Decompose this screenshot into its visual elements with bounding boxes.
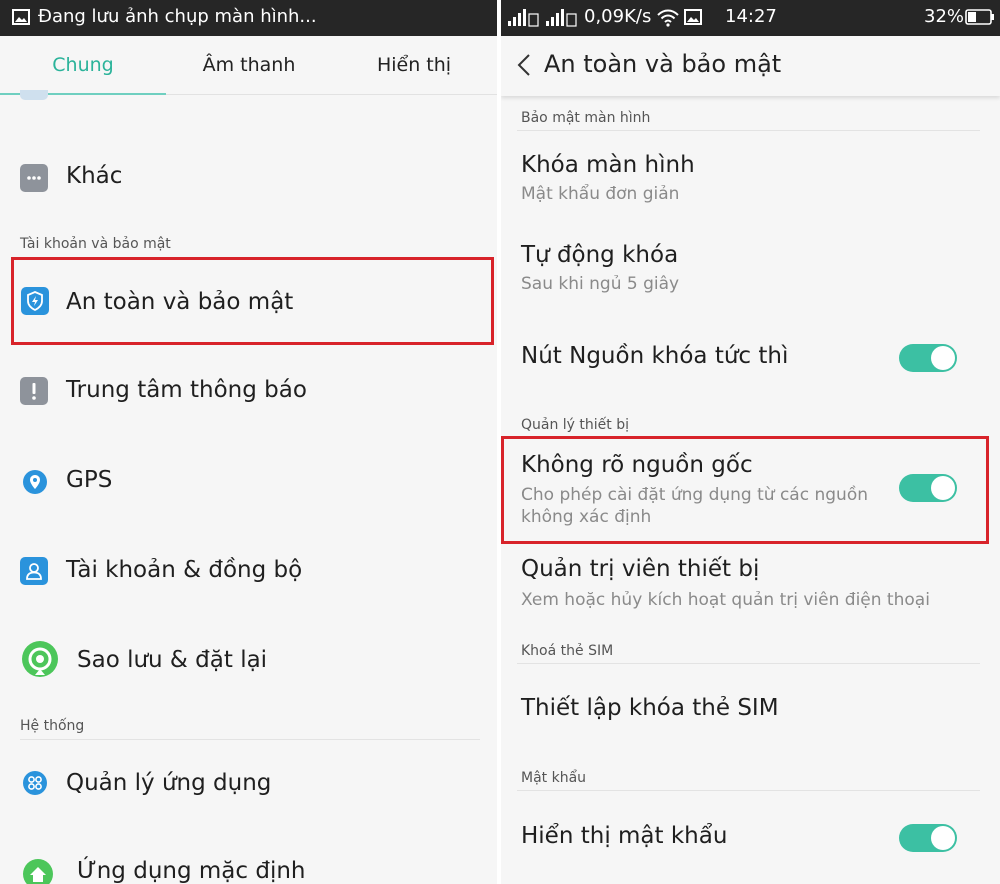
apps-icon [22, 770, 48, 796]
app-bar: An toàn và bảo mật [501, 36, 1000, 96]
divider [20, 739, 480, 740]
row-device-admin[interactable]: Quản trị viên thiết bị Xem hoặc hủy kích… [501, 546, 1000, 626]
status-bar: 0,09K/s 14:27 32% [501, 0, 1000, 36]
item-label: GPS [66, 467, 113, 493]
list-item-accounts-sync[interactable]: Tài khoản & đồng bộ [0, 544, 497, 600]
signal-icon [507, 8, 541, 32]
user-icon [20, 557, 48, 585]
backup-icon [21, 640, 59, 678]
signal-icon-2 [545, 8, 579, 32]
row-show-password[interactable]: Hiển thị mật khẩu [501, 810, 1000, 870]
tab-sound[interactable]: Âm thanh [166, 36, 332, 95]
list-item-app-manager[interactable]: Quản lý ứng dụng [0, 756, 497, 812]
page-title: An toàn và bảo mật [544, 50, 782, 78]
row-subtitle: Sau khi ngủ 5 giây [521, 274, 680, 294]
location-icon [22, 469, 48, 495]
list-item-backup-reset[interactable]: Sao lưu & đặt lại [0, 632, 497, 688]
row-power-lock[interactable]: Nút Nguồn khóa tức thì [501, 330, 1000, 390]
item-label: Tài khoản & đồng bộ [66, 557, 303, 583]
item-label: Khác [66, 163, 123, 189]
show-password-toggle[interactable] [899, 824, 957, 852]
row-screen-lock[interactable]: Khóa màn hình Mật khẩu đơn giản [501, 140, 1000, 220]
image-icon [12, 9, 30, 29]
wifi-icon [657, 9, 679, 31]
status-bar: Đang lưu ảnh chụp màn hình... [0, 0, 497, 36]
toggle-knob [931, 346, 955, 370]
row-sim-lock-setup[interactable]: Thiết lập khóa thẻ SIM [501, 680, 1000, 740]
battery-icon [965, 9, 995, 29]
partial-item-icon [20, 90, 48, 100]
list-item-gps[interactable]: GPS [0, 454, 497, 510]
divider [517, 130, 980, 131]
item-label: Trung tâm thông báo [66, 377, 307, 403]
back-arrow-icon[interactable] [517, 53, 531, 81]
row-title: Thiết lập khóa thẻ SIM [521, 695, 779, 721]
row-title: Hiển thị mật khẩu [521, 823, 728, 849]
left-screen: Đang lưu ảnh chụp màn hình... Chung Âm t… [0, 0, 497, 884]
toggle-knob [931, 826, 955, 850]
row-auto-lock[interactable]: Tự động khóa Sau khi ngủ 5 giây [501, 230, 1000, 310]
exclamation-icon [20, 377, 48, 405]
power-lock-toggle[interactable] [899, 344, 957, 372]
section-sim-lock: Khoá thẻ SIM [521, 643, 614, 659]
item-label: Quản lý ứng dụng [66, 770, 272, 796]
row-title: Tự động khóa [521, 242, 679, 268]
highlight-box-security [11, 257, 494, 345]
section-screen-security: Bảo mật màn hình [521, 110, 651, 126]
divider [517, 663, 980, 664]
tab-display[interactable]: Hiển thị [331, 36, 497, 95]
home-icon [22, 858, 54, 884]
image-icon [684, 9, 702, 29]
tab-general[interactable]: Chung [0, 36, 166, 95]
status-title: Đang lưu ảnh chụp màn hình... [38, 6, 317, 27]
network-speed: 0,09K/s [584, 6, 652, 27]
row-title: Khóa màn hình [521, 152, 695, 178]
more-icon [20, 164, 48, 192]
list-item-default-apps[interactable]: Ứng dụng mặc định [0, 848, 497, 884]
item-label: Sao lưu & đặt lại [77, 647, 268, 673]
section-password: Mật khẩu [521, 770, 587, 786]
clock: 14:27 [725, 6, 777, 27]
row-subtitle: Mật khẩu đơn giản [521, 184, 680, 204]
section-account-security: Tài khoản và bảo mật [20, 236, 171, 252]
battery-percent: 32% [924, 6, 965, 27]
section-system: Hệ thống [20, 718, 85, 734]
right-screen: 0,09K/s 14:27 32% An toàn và bảo mật Bảo… [501, 0, 1000, 884]
row-title: Quản trị viên thiết bị [521, 556, 760, 582]
divider [517, 790, 980, 791]
highlight-box-unknown-sources [501, 436, 989, 544]
tab-bar: Chung Âm thanh Hiển thị [0, 36, 497, 95]
section-device-management: Quản lý thiết bị [521, 417, 630, 433]
row-subtitle: Xem hoặc hủy kích hoạt quản trị viên điệ… [521, 590, 930, 610]
item-label: Ứng dụng mặc định [77, 858, 306, 884]
list-item-notification-center[interactable]: Trung tâm thông báo [0, 364, 497, 420]
row-title: Nút Nguồn khóa tức thì [521, 343, 789, 369]
list-item-other[interactable]: Khác [0, 150, 497, 206]
